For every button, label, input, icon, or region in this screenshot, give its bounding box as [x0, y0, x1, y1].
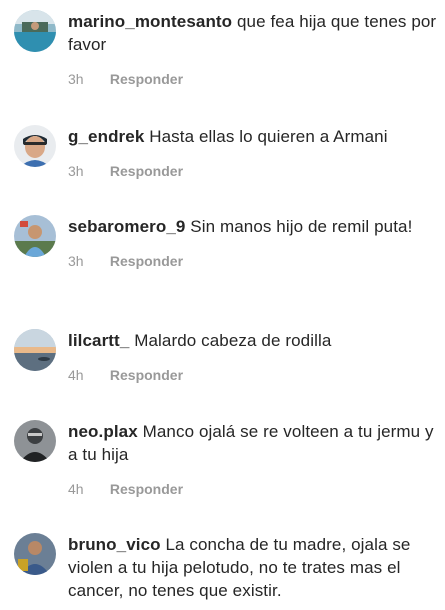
- avatar-person-photo-icon: [14, 125, 56, 167]
- comment-time: 4h: [68, 367, 84, 383]
- reply-button[interactable]: Responder: [110, 163, 183, 179]
- comment-text-block: neo.plax Manco ojalá se re volteen a tu …: [68, 420, 438, 466]
- avatar[interactable]: [14, 10, 56, 52]
- comment-meta: 3h Responder: [68, 162, 438, 180]
- avatar[interactable]: [14, 533, 56, 575]
- comment-text-block: g_endrek Hasta ellas lo quieren a Armani: [68, 125, 438, 148]
- comment-meta: 4h Responder: [68, 480, 438, 498]
- comment-username[interactable]: sebaromero_9: [68, 217, 185, 236]
- comment-time: 3h: [68, 71, 84, 87]
- avatar-sunset-photo-icon: [14, 329, 56, 371]
- reply-button[interactable]: Responder: [110, 253, 183, 269]
- comment-text-block: bruno_vico La concha de tu madre, ojala …: [68, 533, 438, 602]
- reply-button[interactable]: Responder: [110, 367, 183, 383]
- comment-meta: 3h Responder: [68, 70, 438, 88]
- avatar[interactable]: [14, 329, 56, 371]
- avatar-pool-photo-icon: [14, 10, 56, 52]
- comment-username[interactable]: lilcartt_: [68, 331, 129, 350]
- comment-username[interactable]: marino_montesanto: [68, 12, 232, 31]
- reply-button[interactable]: Responder: [110, 71, 183, 87]
- comment-username[interactable]: bruno_vico: [68, 535, 161, 554]
- comment-meta: 4h Responder: [68, 366, 438, 384]
- avatar-person-photo-icon: [14, 215, 56, 257]
- comment-time: 3h: [68, 253, 84, 269]
- comment-text: Sin manos hijo de remil puta!: [190, 217, 413, 236]
- avatar-person-photo-icon: [14, 533, 56, 575]
- avatar[interactable]: [14, 215, 56, 257]
- comment-meta: 3h Responder: [68, 252, 438, 270]
- comment-text-block: marino_montesanto que fea hija que tenes…: [68, 10, 438, 56]
- comment-text-block: sebaromero_9 Sin manos hijo de remil put…: [68, 215, 438, 238]
- comment-time: 3h: [68, 163, 84, 179]
- comment-text-block: lilcartt_ Malardo cabeza de rodilla: [68, 329, 438, 352]
- comment-username[interactable]: neo.plax: [68, 422, 138, 441]
- reply-button[interactable]: Responder: [110, 481, 183, 497]
- avatar[interactable]: [14, 420, 56, 462]
- comment-text: Hasta ellas lo quieren a Armani: [149, 127, 388, 146]
- avatar-person-photo-icon: [14, 420, 56, 462]
- comment-text: Malardo cabeza de rodilla: [134, 331, 332, 350]
- comment-time: 4h: [68, 481, 84, 497]
- comment-list: marino_montesanto que fea hija que tenes…: [0, 0, 445, 610]
- comment-username[interactable]: g_endrek: [68, 127, 144, 146]
- avatar[interactable]: [14, 125, 56, 167]
